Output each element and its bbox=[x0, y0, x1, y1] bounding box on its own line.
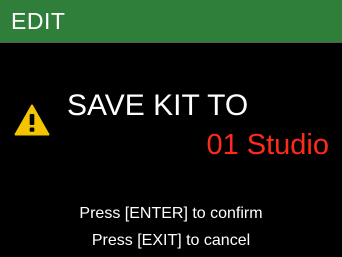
warning-icon bbox=[14, 104, 50, 136]
dialog-title: SAVE KIT TO bbox=[67, 89, 249, 122]
confirm-instruction: Press [ENTER] to confirm bbox=[79, 205, 263, 222]
device-screen: EDIT SAVE KIT TO 01 Studio Press [ENTER]… bbox=[0, 0, 342, 257]
cancel-instruction: Press [EXIT] to cancel bbox=[91, 232, 251, 249]
header-bar: EDIT bbox=[0, 0, 342, 43]
kit-name: 01 Studio bbox=[206, 129, 329, 161]
header-title: EDIT bbox=[11, 8, 66, 34]
